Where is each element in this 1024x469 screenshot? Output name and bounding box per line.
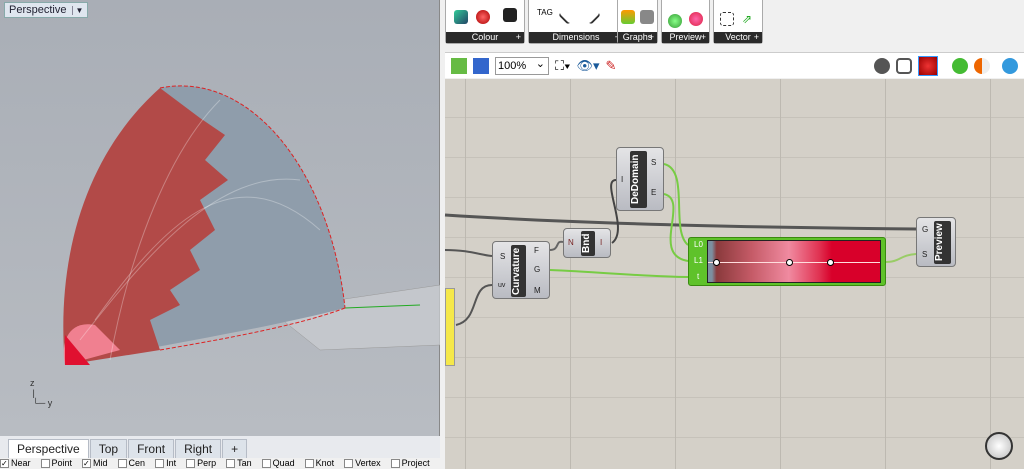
input-g[interactable]: G (922, 225, 928, 234)
input-t[interactable]: t (697, 272, 699, 281)
preview-component[interactable]: Preview G S (916, 217, 956, 267)
component-name: DeDomain (630, 151, 647, 208)
component-name: Preview (934, 221, 951, 264)
input-s[interactable]: S (500, 252, 505, 261)
gradient-grip[interactable] (827, 259, 834, 266)
input-uv[interactable]: uv (498, 282, 505, 289)
output-f[interactable]: F (534, 246, 539, 255)
output-s[interactable]: S (651, 158, 656, 167)
gradient-component[interactable]: L0 L1 t (688, 237, 886, 286)
component-name: Curvature (511, 245, 526, 297)
curvature-component[interactable]: Curvature S uv F G M (492, 241, 550, 299)
gradient-grip[interactable] (713, 259, 720, 266)
output-i[interactable]: I (600, 238, 602, 247)
output-e[interactable]: E (651, 188, 656, 197)
input-n[interactable]: N (568, 238, 574, 247)
panel-node[interactable] (445, 288, 455, 366)
component-name: Bnd (581, 231, 595, 256)
input-s[interactable]: S (922, 250, 927, 259)
dedomain-component[interactable]: DeDomain I S E (616, 147, 664, 211)
wires (0, 0, 1024, 469)
input-l1[interactable]: L1 (694, 256, 703, 265)
output-m[interactable]: M (534, 286, 541, 295)
input-l0[interactable]: L0 (694, 240, 703, 249)
canvas-navigation-widget[interactable] (985, 432, 1013, 460)
bounds-component[interactable]: Bnd N I (563, 228, 611, 258)
input-i[interactable]: I (621, 175, 623, 184)
output-g[interactable]: G (534, 265, 540, 274)
gradient-grip[interactable] (786, 259, 793, 266)
gradient-bar[interactable] (707, 240, 881, 283)
